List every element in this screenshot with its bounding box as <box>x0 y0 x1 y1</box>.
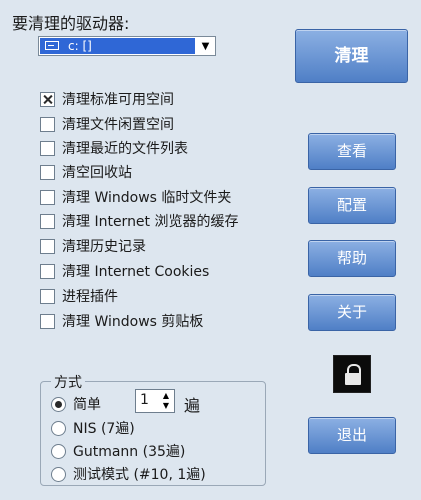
view-button[interactable]: 查看 <box>308 133 396 170</box>
about-button[interactable]: 关于 <box>308 294 396 331</box>
option-checkbox[interactable] <box>40 140 55 156</box>
stepper-up-icon[interactable]: ▲ <box>161 391 171 401</box>
help-button[interactable]: 帮助 <box>308 240 396 277</box>
mode-radio[interactable] <box>51 396 66 412</box>
option-checkbox[interactable] <box>40 116 55 132</box>
option-label: 清理最近的文件列表 <box>62 141 188 157</box>
mode-option-test[interactable]: 测试模式 (#10, 1遍) <box>51 463 206 485</box>
drive-icon <box>45 41 59 50</box>
passes-stepper[interactable]: 1 ▲ ▼ <box>135 389 175 413</box>
option-checkbox[interactable] <box>40 164 55 180</box>
option-checkbox[interactable] <box>40 238 55 254</box>
option-row[interactable]: 清理 Windows 临时文件夹 <box>40 187 231 207</box>
lock-icon[interactable] <box>333 355 371 393</box>
option-row[interactable]: 清理标准可用空间 <box>40 89 174 109</box>
option-checkbox[interactable] <box>40 189 55 205</box>
mode-option-simple[interactable]: 简单 <box>51 393 101 415</box>
mode-option-gutmann[interactable]: Gutmann (35遍) <box>51 440 185 462</box>
option-label: 清理 Internet Cookies <box>62 264 210 280</box>
chevron-down-icon[interactable]: ▼ <box>196 37 215 55</box>
mode-option-label: NIS (7遍) <box>73 421 135 437</box>
drive-label: 要清理的驱动器: <box>12 14 130 33</box>
mode-legend: 方式 <box>51 372 85 392</box>
drive-select-text: c: [] <box>68 39 92 53</box>
mode-radio[interactable] <box>51 420 66 436</box>
option-row[interactable]: 清理文件闲置空间 <box>40 114 174 134</box>
option-row[interactable]: 清理 Windows 剪贴板 <box>40 311 203 331</box>
passes-value[interactable]: 1 <box>140 392 149 408</box>
config-button[interactable]: 配置 <box>308 187 396 224</box>
option-row[interactable]: 清理 Internet 浏览器的缓存 <box>40 211 239 231</box>
mode-option-label: 测试模式 (#10, 1遍) <box>73 467 206 483</box>
drive-select-value: c: [] <box>40 38 195 54</box>
mode-radio[interactable] <box>51 443 66 459</box>
option-row[interactable]: 清理最近的文件列表 <box>40 138 188 158</box>
option-label: 清理 Windows 临时文件夹 <box>62 190 232 206</box>
mode-radio[interactable] <box>51 466 66 482</box>
option-row[interactable]: 清理 Internet Cookies <box>40 261 209 281</box>
mode-option-label: 简单 <box>73 397 101 413</box>
option-label: 清理 Windows 剪贴板 <box>62 314 204 330</box>
option-row[interactable]: 清理历史记录 <box>40 236 146 256</box>
mode-option-label: Gutmann (35遍) <box>73 444 186 460</box>
stepper-down-icon[interactable]: ▼ <box>161 401 171 411</box>
option-label: 清理标准可用空间 <box>62 92 174 108</box>
option-label: 进程插件 <box>62 289 118 305</box>
drive-select[interactable]: c: [] ▼ <box>38 36 216 56</box>
option-checkbox[interactable] <box>40 213 55 229</box>
option-checkbox[interactable] <box>40 313 55 329</box>
option-label: 清理历史记录 <box>62 239 146 255</box>
exit-button[interactable]: 退出 <box>308 417 396 454</box>
clean-button[interactable]: 清理 <box>295 29 408 83</box>
option-checkbox[interactable] <box>40 263 55 279</box>
passes-unit: 遍 <box>184 396 201 415</box>
option-row[interactable]: 进程插件 <box>40 286 118 306</box>
option-checkbox[interactable] <box>40 91 55 107</box>
option-label: 清理 Internet 浏览器的缓存 <box>62 214 239 230</box>
option-label: 清空回收站 <box>62 165 132 181</box>
option-label: 清理文件闲置空间 <box>62 117 174 133</box>
mode-option-nis[interactable]: NIS (7遍) <box>51 417 135 439</box>
option-checkbox[interactable] <box>40 288 55 304</box>
option-row[interactable]: 清空回收站 <box>40 162 132 182</box>
